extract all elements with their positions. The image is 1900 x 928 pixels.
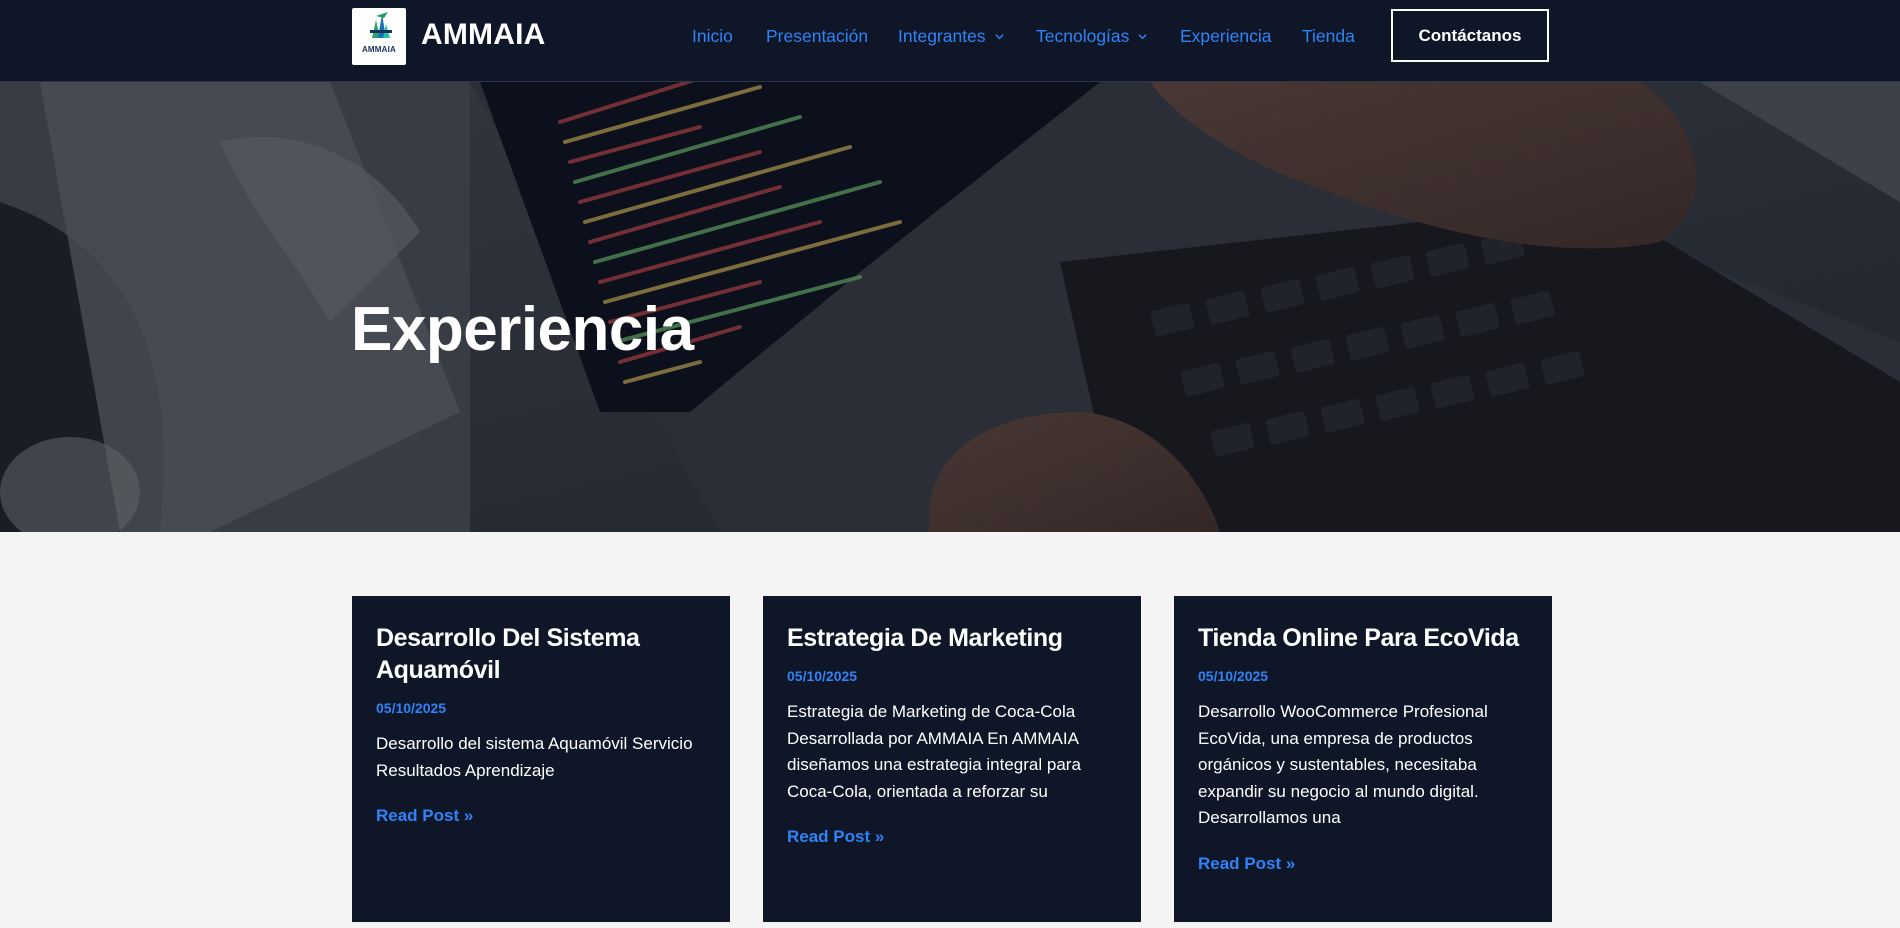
nav-item-label: Tecnologías: [1036, 26, 1130, 46]
nav-item-label: Integrantes: [898, 26, 986, 46]
post-title[interactable]: Estrategia De Marketing: [787, 622, 1117, 654]
nav-item-experiencia[interactable]: Experiencia: [1180, 26, 1271, 47]
nav-item-label: Inicio: [692, 26, 733, 46]
read-post-link[interactable]: Read Post »: [787, 827, 884, 847]
chevron-down-icon: [994, 34, 1004, 40]
post-date: 05/10/2025: [376, 700, 447, 716]
nav-item-label: Experiencia: [1180, 26, 1272, 46]
post-title[interactable]: Tienda Online Para EcoVida: [1198, 622, 1528, 654]
post-card[interactable]: Tienda Online Para EcoVida 05/10/2025 De…: [1174, 596, 1552, 922]
nav-item-inicio[interactable]: Inicio: [692, 26, 733, 47]
nav-item-presentacion[interactable]: Presentación: [766, 26, 868, 47]
hero-banner: Experiencia: [0, 82, 1900, 532]
nav-item-tienda[interactable]: Tienda: [1302, 26, 1355, 47]
chevron-down-icon: [1138, 34, 1148, 40]
read-post-link[interactable]: Read Post »: [1198, 854, 1295, 874]
post-excerpt: Estrategia de Marketing de Coca-Cola Des…: [787, 702, 1081, 801]
nav-item-integrantes[interactable]: Integrantes: [898, 26, 1005, 47]
nav-item-label: Presentación: [766, 26, 869, 46]
main-nav: Inicio Presentación Integrantes Tecnolog…: [0, 0, 1900, 75]
contact-button[interactable]: Contáctanos: [1391, 9, 1549, 62]
post-excerpt: Desarrollo del sistema Aquamóvil Servici…: [376, 734, 693, 780]
site-header: AMMAIA AMMAIA Inicio Presentación Integr…: [0, 0, 1900, 82]
page-title: Experiencia: [351, 295, 694, 364]
post-excerpt: Desarrollo WooCommerce Profesional EcoVi…: [1198, 702, 1488, 827]
post-date: 05/10/2025: [787, 668, 858, 684]
nav-item-label: Tienda: [1302, 26, 1355, 46]
nav-item-tecnologias[interactable]: Tecnologías: [1036, 26, 1148, 47]
post-title[interactable]: Desarrollo Del Sistema Aquamóvil: [376, 622, 706, 686]
post-card[interactable]: Estrategia De Marketing 05/10/2025 Estra…: [763, 596, 1141, 922]
hero-background-image: [0, 82, 1900, 532]
read-post-link[interactable]: Read Post »: [376, 806, 473, 826]
post-card[interactable]: Desarrollo Del Sistema Aquamóvil 05/10/2…: [352, 596, 730, 922]
post-date: 05/10/2025: [1198, 668, 1269, 684]
